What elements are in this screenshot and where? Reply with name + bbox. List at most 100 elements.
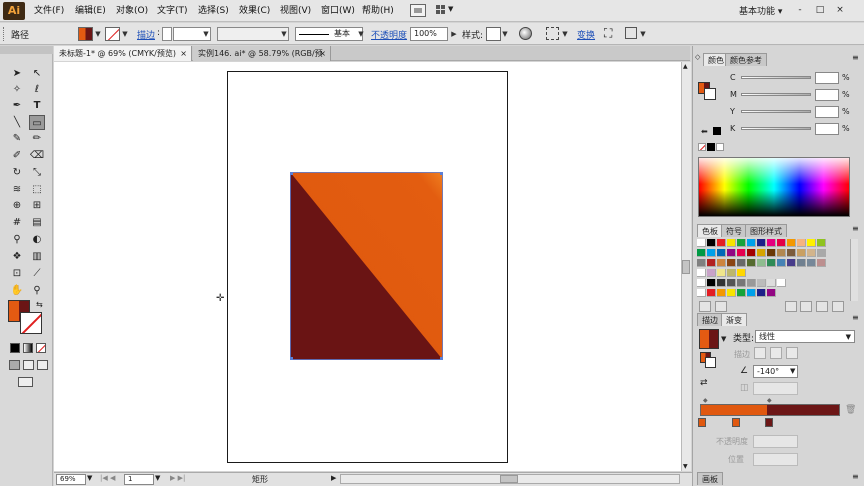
menu-type[interactable]: 文字(T) xyxy=(157,4,188,18)
swatch[interactable] xyxy=(807,259,816,267)
gradient-tool-icon[interactable]: ▤ xyxy=(29,215,45,230)
screen-mode-icon[interactable] xyxy=(18,377,33,387)
close-button[interactable]: × xyxy=(832,4,848,16)
artboard-dropdown[interactable]: ▼ xyxy=(155,474,160,482)
swatch[interactable] xyxy=(737,239,746,247)
swatch[interactable] xyxy=(747,279,756,287)
menu-file[interactable]: 文件(F) xyxy=(34,4,64,18)
draw-normal-icon[interactable] xyxy=(9,360,20,370)
swatch[interactable] xyxy=(757,279,766,287)
rotate-tool-icon[interactable]: ↻ xyxy=(9,165,25,180)
delete-swatch-icon[interactable] xyxy=(832,301,844,312)
draw-inside-icon[interactable] xyxy=(37,360,48,370)
artboard-number-input[interactable]: 1 xyxy=(124,474,154,485)
scroll-down-icon[interactable]: ▼ xyxy=(683,463,688,470)
gradient-slider[interactable] xyxy=(700,404,840,416)
eyedropper-tool-icon[interactable]: ⚲ xyxy=(9,232,25,247)
blend-tool-icon[interactable]: ◐ xyxy=(29,232,45,247)
swatch[interactable] xyxy=(797,239,806,247)
swatch[interactable] xyxy=(727,259,736,267)
select-similar-icon[interactable] xyxy=(625,27,637,39)
graphic-style-swatch[interactable] xyxy=(486,27,501,41)
tab-gradient[interactable]: 渐变 xyxy=(721,313,747,326)
none-mode-button[interactable] xyxy=(36,343,46,353)
swatch[interactable] xyxy=(717,279,726,287)
menu-window[interactable]: 窗口(W) xyxy=(321,4,355,18)
transform-panel-link[interactable]: 变换 xyxy=(577,28,595,41)
next-artboard-icon[interactable]: ▶ ▶| xyxy=(170,474,185,482)
stroke-weight-dropdown[interactable]: ▼ xyxy=(201,27,211,41)
gradient-stop-1[interactable] xyxy=(698,418,706,427)
draw-behind-icon[interactable] xyxy=(23,360,34,370)
black-input[interactable] xyxy=(815,123,839,135)
swatch[interactable] xyxy=(767,249,776,257)
gradient-type-select[interactable]: 线性 ▼ xyxy=(755,330,855,343)
eraser-tool-icon[interactable]: ⌫ xyxy=(29,148,45,163)
swatch[interactable] xyxy=(737,289,746,297)
brush-dropdown[interactable]: ▼ xyxy=(356,27,366,41)
swatch[interactable] xyxy=(747,289,756,297)
horizontal-scroll-thumb[interactable] xyxy=(500,475,518,483)
swatch[interactable] xyxy=(717,259,726,267)
swatch[interactable] xyxy=(787,259,796,267)
variable-width-dropdown[interactable]: ▼ xyxy=(279,27,289,41)
rectangle-tool-icon[interactable]: ▭ xyxy=(29,115,45,130)
swatch[interactable] xyxy=(697,249,706,257)
swatch[interactable] xyxy=(787,249,796,257)
folder2-swatch-icon[interactable] xyxy=(697,289,706,297)
swatch[interactable] xyxy=(737,249,746,257)
align-to-icon[interactable] xyxy=(546,27,559,40)
bridge-icon[interactable] xyxy=(410,4,426,17)
swatch[interactable] xyxy=(717,289,726,297)
swatch[interactable] xyxy=(797,259,806,267)
scroll-up-icon[interactable]: ▲ xyxy=(683,63,688,70)
swatch[interactable] xyxy=(747,259,756,267)
black-slider[interactable] xyxy=(741,127,811,130)
swatch[interactable] xyxy=(807,239,816,247)
swatch[interactable] xyxy=(727,249,736,257)
select-similar-dropdown[interactable]: ▼ xyxy=(638,27,648,41)
registration-swatch-icon[interactable] xyxy=(697,269,706,277)
show-swatch-kinds-icon[interactable] xyxy=(715,301,727,312)
none-color-swatch[interactable] xyxy=(698,143,706,151)
stroke-proxy-icon[interactable] xyxy=(705,357,716,368)
swatch[interactable] xyxy=(717,249,726,257)
folder-swatch-icon[interactable] xyxy=(697,279,706,287)
menu-help[interactable]: 帮助(H) xyxy=(362,4,394,18)
color-mode-button[interactable] xyxy=(10,343,20,353)
swap-fill-stroke-icon[interactable]: ⇆ xyxy=(36,300,43,309)
mesh-tool-icon[interactable]: # xyxy=(9,215,25,230)
swatch-grid[interactable] xyxy=(697,239,849,301)
paintbrush-tool-icon[interactable]: ✎ xyxy=(9,131,25,146)
tab-stroke[interactable]: 描边 xyxy=(697,313,723,326)
swatch[interactable] xyxy=(707,259,716,267)
anchor-handle[interactable] xyxy=(290,172,293,175)
magic-wand-tool-icon[interactable]: ✧ xyxy=(9,82,25,97)
tab-close-icon[interactable]: × xyxy=(319,46,326,61)
stroke-panel-link[interactable]: 描边 xyxy=(137,28,155,41)
swatch[interactable] xyxy=(707,269,716,277)
scale-tool-icon[interactable]: ⤡ xyxy=(29,165,45,180)
swatch[interactable] xyxy=(777,249,786,257)
swatch[interactable] xyxy=(807,249,816,257)
swatch[interactable] xyxy=(797,249,806,257)
gradient-preview-swatch[interactable] xyxy=(699,329,719,349)
new-swatch-icon[interactable] xyxy=(816,301,828,312)
opacity-input[interactable]: 100% xyxy=(410,27,448,41)
align-dropdown[interactable]: ▼ xyxy=(560,27,570,41)
swatch-options-icon[interactable] xyxy=(785,301,797,312)
swatch[interactable] xyxy=(737,279,746,287)
none-swatch-icon[interactable] xyxy=(697,239,706,247)
swatch[interactable] xyxy=(777,259,786,267)
swatch[interactable] xyxy=(817,249,826,257)
stroke-weight-stepper[interactable] xyxy=(162,27,172,41)
magenta-slider[interactable] xyxy=(741,93,811,96)
vertical-scroll-thumb[interactable] xyxy=(682,260,690,274)
cyan-input[interactable] xyxy=(815,72,839,84)
swatch[interactable] xyxy=(767,289,776,297)
midpoint-marker-icon-2[interactable]: ◆ xyxy=(767,397,772,404)
tab-artboards[interactable]: 画板 xyxy=(697,472,723,485)
gradient-rectangle[interactable] xyxy=(290,172,443,360)
swatch[interactable] xyxy=(757,289,766,297)
swatch[interactable] xyxy=(767,239,776,247)
